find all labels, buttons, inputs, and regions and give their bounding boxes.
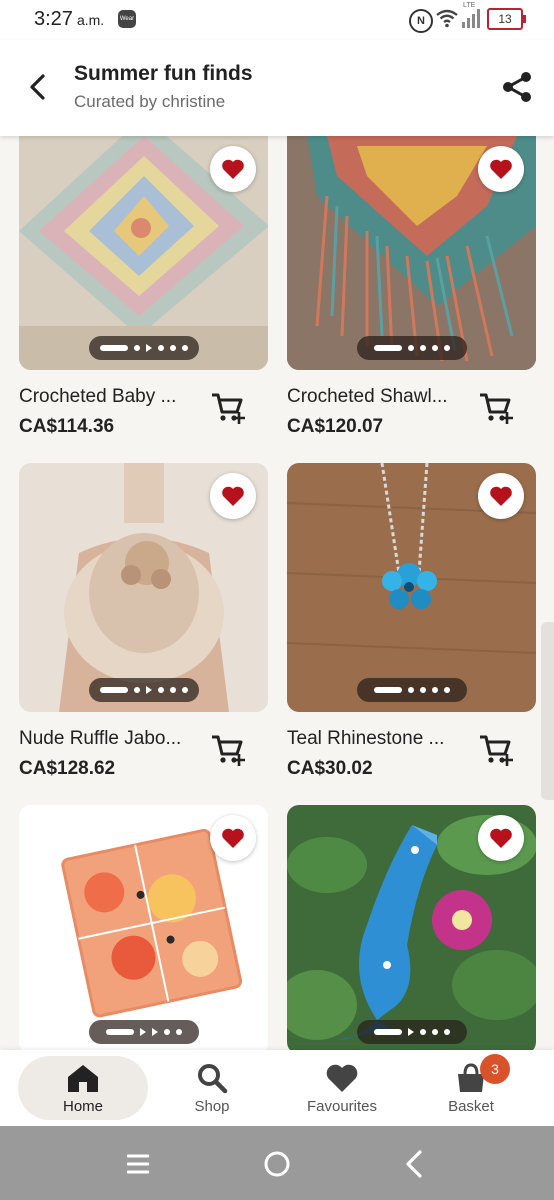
image-carousel-dots[interactable] xyxy=(88,678,199,702)
nav-basket-label: Basket xyxy=(448,1098,494,1115)
product-name[interactable]: Crocheted Shawl... xyxy=(287,386,448,408)
heart-icon xyxy=(222,486,244,506)
product-card[interactable] xyxy=(287,805,536,1050)
add-to-cart-icon[interactable] xyxy=(478,390,514,426)
favourite-button[interactable] xyxy=(478,146,524,192)
status-bar: 3:27 a.m. Wear N LTE 13 xyxy=(0,0,554,40)
heart-icon xyxy=(326,1064,358,1092)
favourite-button[interactable] xyxy=(210,146,256,192)
wifi-icon xyxy=(436,9,458,28)
app-header: Summer fun finds Curated by christine xyxy=(0,40,554,136)
bottom-navigation: Home Shop Favourites 3 Basket xyxy=(0,1050,554,1126)
product-card[interactable]: Nude Ruffle Jabo... CA$128.62 xyxy=(19,463,268,779)
product-name[interactable]: Nude Ruffle Jabo... xyxy=(19,728,181,750)
product-image-mermaid-tail-stake[interactable] xyxy=(287,805,536,1050)
product-price: CA$128.62 xyxy=(19,758,116,779)
signal-icon xyxy=(462,9,480,28)
status-time: 3:27 a.m. xyxy=(34,8,105,30)
page-subtitle: Curated by christine xyxy=(74,92,226,111)
scrollbar[interactable] xyxy=(541,622,554,800)
nav-favourites-label: Favourites xyxy=(306,1098,378,1115)
product-card[interactable]: Crocheted Baby ... CA$114.36 xyxy=(19,136,268,437)
product-name[interactable]: Crocheted Baby ... xyxy=(19,386,176,408)
product-card[interactable]: Teal Rhinestone ... CA$30.02 xyxy=(287,463,536,779)
recent-apps-icon[interactable] xyxy=(118,1144,158,1184)
heart-icon xyxy=(490,828,512,848)
product-card[interactable] xyxy=(19,805,268,1050)
nav-home-label: Home xyxy=(62,1098,103,1115)
wear-icon: Wear xyxy=(118,10,136,28)
product-image-crocheted-blanket[interactable] xyxy=(19,136,268,370)
image-carousel-dots[interactable] xyxy=(88,336,199,360)
home-circle-icon[interactable] xyxy=(257,1144,297,1184)
basket-count-badge: 3 xyxy=(480,1054,510,1084)
share-icon[interactable] xyxy=(500,70,534,104)
battery-icon: 13 xyxy=(487,8,526,30)
page-title: Summer fun finds xyxy=(74,62,253,85)
product-name[interactable]: Teal Rhinestone ... xyxy=(287,728,444,750)
favourite-button[interactable] xyxy=(210,815,256,861)
product-price: CA$30.02 xyxy=(287,758,373,779)
heart-icon xyxy=(490,486,512,506)
heart-icon xyxy=(490,159,512,179)
product-image-ruffle-jabot[interactable] xyxy=(19,463,268,712)
home-icon xyxy=(68,1065,98,1092)
favourite-button[interactable] xyxy=(478,473,524,519)
product-price: CA$114.36 xyxy=(19,416,115,437)
add-to-cart-icon[interactable] xyxy=(210,390,246,426)
product-card[interactable]: Crocheted Shawl... CA$120.07 xyxy=(287,136,536,437)
add-to-cart-icon[interactable] xyxy=(210,732,246,768)
image-carousel-dots[interactable] xyxy=(356,336,467,360)
back-arrow-icon[interactable] xyxy=(22,70,56,104)
nav-shop[interactable]: Shop xyxy=(147,1050,277,1126)
system-navigation-bar xyxy=(0,1126,554,1200)
product-grid: Crocheted Baby ... CA$114.36 Crocheted S… xyxy=(0,136,554,1050)
back-chevron-icon[interactable] xyxy=(395,1144,435,1184)
add-to-cart-icon[interactable] xyxy=(478,732,514,768)
search-icon xyxy=(198,1064,228,1094)
nfc-icon: N xyxy=(409,9,433,33)
product-price: CA$120.07 xyxy=(287,416,384,437)
nav-home[interactable]: Home xyxy=(18,1050,148,1126)
image-carousel-dots[interactable] xyxy=(356,1020,467,1044)
favourite-button[interactable] xyxy=(478,815,524,861)
favourite-button[interactable] xyxy=(210,473,256,519)
image-carousel-dots[interactable] xyxy=(356,678,467,702)
nav-favourites[interactable]: Favourites xyxy=(277,1050,407,1126)
nav-basket[interactable]: 3 Basket xyxy=(406,1050,536,1126)
status-ampm: a.m. xyxy=(76,12,105,28)
product-image-teal-necklace[interactable] xyxy=(287,463,536,712)
image-carousel-dots[interactable] xyxy=(88,1020,199,1044)
heart-icon xyxy=(222,828,244,848)
product-image-fabric-bundle[interactable] xyxy=(19,805,268,1050)
heart-icon xyxy=(222,159,244,179)
nav-shop-label: Shop xyxy=(194,1098,230,1115)
product-image-crocheted-shawl[interactable] xyxy=(287,136,536,370)
